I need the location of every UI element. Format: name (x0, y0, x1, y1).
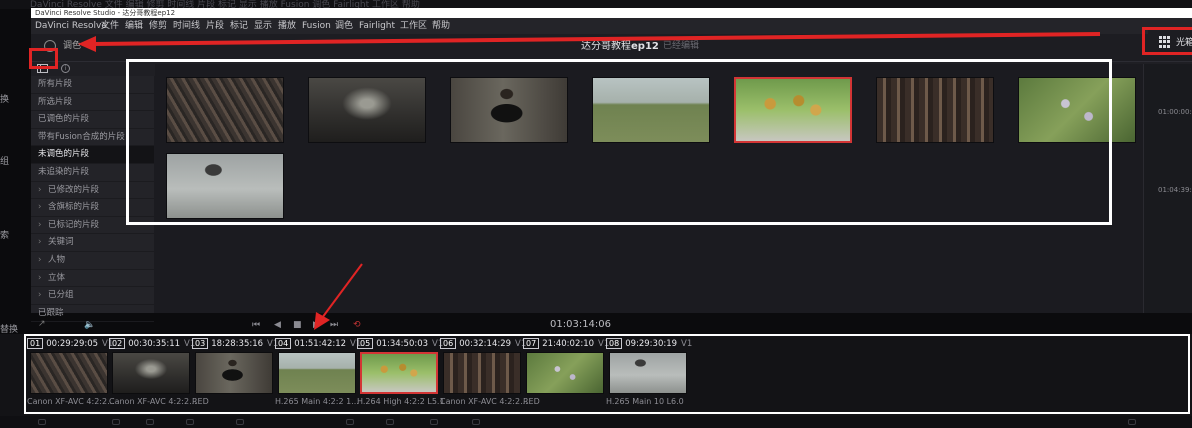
info-icon[interactable]: i (61, 64, 70, 73)
loop-button[interactable]: ⟲ (353, 316, 361, 334)
chevron-right-icon[interactable]: › (38, 182, 48, 199)
menu-item-timeline[interactable]: 时间线 (173, 18, 200, 34)
chevron-right-icon[interactable]: › (38, 234, 48, 251)
project-name: 达分哥教程 (581, 41, 631, 52)
viewer-timecode: 01:03:14:06 (550, 319, 612, 330)
menu-item-playback[interactable]: 播放 (278, 18, 296, 34)
sidebar-item-label: 含旗标的片段 (48, 202, 100, 213)
sidebar-item-label: 已标记的片段 (48, 219, 100, 230)
browser-highlight-box (126, 59, 1112, 225)
chevron-right-icon[interactable]: › (38, 199, 48, 216)
panel-timecode: 01:04:39:2 (1158, 186, 1192, 194)
page-icon[interactable] (472, 419, 480, 425)
sidebar-item-label: 所选片段 (38, 96, 73, 107)
menu-item-help[interactable]: 帮助 (432, 18, 450, 34)
page-icon[interactable] (346, 419, 354, 425)
menu-item-workspace[interactable]: 工作区 (400, 18, 427, 34)
sidebar-item-label: 人物 (48, 254, 66, 265)
menu-item-edit[interactable]: 编辑 (125, 18, 143, 34)
play-button[interactable]: ▶ (313, 316, 320, 334)
pointer-tool-icon[interactable]: ↗ (38, 319, 46, 329)
play-reverse-button[interactable]: ◀ (274, 316, 281, 334)
menu-item-mark[interactable]: 标记 (230, 18, 248, 34)
timeline-highlight-box (24, 334, 1190, 414)
sidebar-item[interactable]: › 人物 (31, 252, 154, 270)
menu-item-app[interactable]: DaVinci Resolve (35, 18, 107, 34)
edge-char: 组 (0, 157, 10, 167)
sidebar-item[interactable]: › 已分组 (31, 287, 154, 305)
page-mode-label[interactable]: 调色 (63, 38, 81, 51)
project-title: 达分哥教程ep12 (581, 37, 659, 52)
page-icon[interactable] (112, 419, 120, 425)
title-bar: DaVinci Resolve Studio - 达分哥教程ep12 (31, 8, 1192, 18)
sidebar-item[interactable]: › 关键词 (31, 234, 154, 252)
page-header: 调色 达分哥教程ep12 已经编辑 (31, 34, 1192, 62)
lightbox-highlight-box (1142, 27, 1192, 55)
sidebar-item-label: 已分组 (48, 290, 74, 301)
project-episode: ep12 (631, 41, 659, 52)
sidebar-item-label: 带有Fusion合成的片段 (38, 131, 125, 142)
menu-item-fusion[interactable]: Fusion (302, 18, 331, 34)
sidebar-item-label: 关键词 (48, 237, 74, 248)
sidebar-toggle-highlight (29, 48, 58, 69)
menu-item-fairlight[interactable]: Fairlight (359, 18, 395, 34)
page-navigation-bar (0, 416, 1192, 428)
page-icon[interactable] (1128, 419, 1136, 425)
page-icon[interactable] (186, 419, 194, 425)
right-info-panel: 01:00:00:0 01:04:39:2 (1143, 64, 1192, 313)
sidebar-item[interactable]: › 立体 (31, 270, 154, 288)
window-title: DaVinci Resolve Studio - 达分哥教程ep12 (35, 9, 176, 17)
viewer-transport: ↗ 🔈 ⏮ ◀ ■ ▶ ⏭ ⟲ 01:03:14:06 (0, 316, 1192, 334)
menu-bar: DaVinci Resolve 文件 编辑 修剪 时间线 片段 标记 显示 播放… (31, 18, 1192, 34)
go-to-start-button[interactable]: ⏮ (252, 316, 260, 334)
chevron-right-icon[interactable]: › (38, 270, 48, 287)
volume-icon[interactable]: 🔈 (84, 316, 95, 334)
menu-item-trim[interactable]: 修剪 (149, 18, 167, 34)
menu-item-color[interactable]: 调色 (335, 18, 353, 34)
sidebar-item-label: 未调色的片段 (38, 149, 90, 160)
menu-item-file[interactable]: 文件 (101, 18, 119, 34)
chevron-right-icon[interactable]: › (38, 217, 48, 234)
panel-timecode: 01:00:00:0 (1158, 108, 1192, 116)
menu-item-clip[interactable]: 片段 (206, 18, 224, 34)
edge-char: 索 (0, 231, 10, 241)
page-icon[interactable] (38, 419, 46, 425)
sidebar-item-label: 立体 (48, 272, 66, 283)
go-to-end-button[interactable]: ⏭ (330, 316, 338, 334)
page-icon[interactable] (146, 419, 154, 425)
page-icon[interactable] (386, 419, 394, 425)
project-status: 已经编辑 (663, 41, 700, 51)
page-icon[interactable] (236, 419, 244, 425)
page-icon[interactable] (430, 419, 438, 425)
sidebar-item-label: 所有片段 (38, 79, 73, 89)
edge-char: 换 (0, 95, 10, 105)
menu-item-view[interactable]: 显示 (254, 18, 272, 34)
sidebar-item-label: 未追染的片段 (38, 166, 90, 177)
chevron-right-icon[interactable]: › (38, 287, 48, 304)
stop-button[interactable]: ■ (293, 316, 302, 334)
sidebar-item-label: 已调色的片段 (38, 114, 90, 125)
sidebar-item-label: 已修改的片段 (48, 184, 100, 195)
chevron-right-icon[interactable]: › (38, 252, 48, 269)
